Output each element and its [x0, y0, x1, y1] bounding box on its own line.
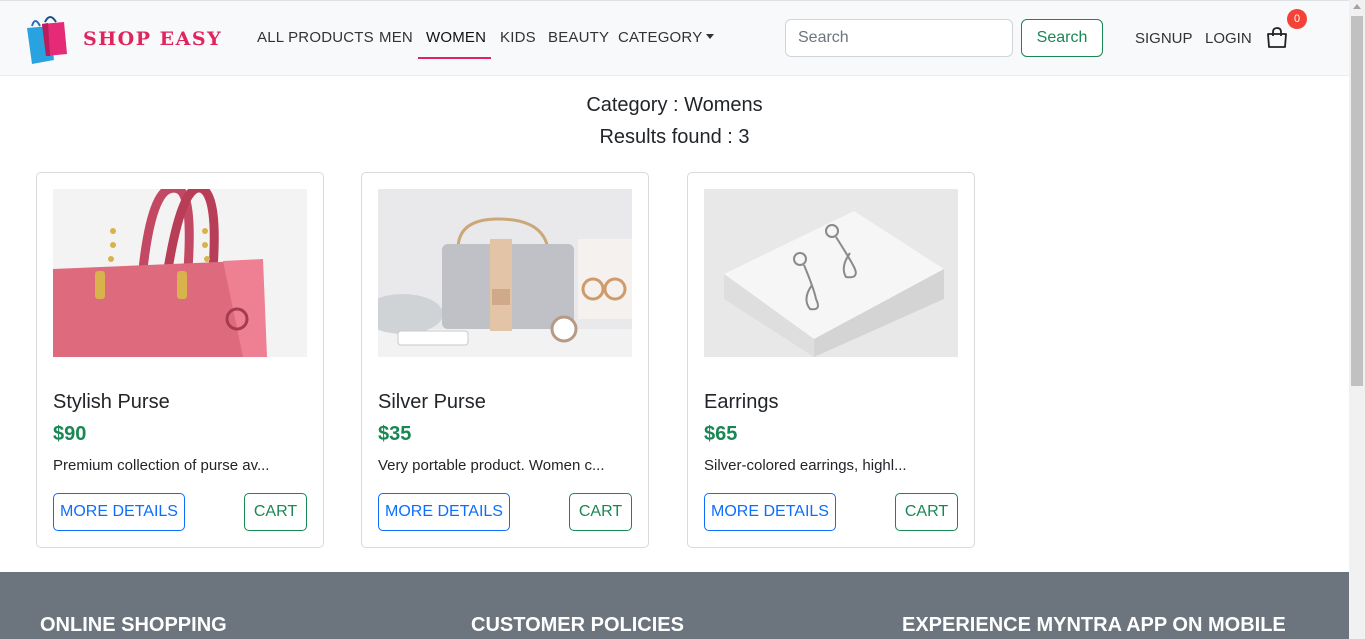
product-card: Earrings $65 Silver-colored earrings, hi… [687, 172, 975, 548]
product-price: $90 [53, 423, 87, 445]
add-to-cart-button[interactable]: CART [244, 493, 307, 531]
product-price: $35 [378, 423, 412, 445]
results-count: Results found : 3 [599, 126, 750, 148]
nav-men[interactable]: MEN [379, 29, 413, 46]
product-card: Stylish Purse $90 Premium collection of … [36, 172, 324, 548]
product-title: Silver Purse [378, 391, 486, 413]
footer-heading-online-shopping: ONLINE SHOPPING [40, 614, 227, 636]
more-details-button[interactable]: MORE DETAILS [704, 493, 836, 531]
footer: ONLINE SHOPPING CUSTOMER POLICIES EXPERI… [0, 572, 1349, 639]
category-heading: Category : Womens [586, 94, 763, 116]
nav-women[interactable]: WOMEN [426, 29, 486, 46]
product-description: Silver-colored earrings, highl... [704, 457, 907, 474]
product-image-silver-handbag[interactable] [378, 189, 632, 357]
product-title: Stylish Purse [53, 391, 170, 413]
product-title: Earrings [704, 391, 779, 413]
shopping-bags-logo-icon [26, 14, 70, 64]
product-image-silver-earrings[interactable] [704, 189, 958, 357]
shopping-bag-icon[interactable] [1265, 26, 1289, 50]
nav-beauty[interactable]: BEAUTY [548, 29, 609, 46]
nav-category-dropdown[interactable]: CATEGORY [618, 29, 715, 46]
active-nav-indicator [418, 57, 491, 59]
nav-category-label: CATEGORY [618, 29, 703, 46]
more-details-button[interactable]: MORE DETAILS [378, 493, 510, 531]
login-link[interactable]: LOGIN [1205, 30, 1252, 47]
search-button[interactable]: Search [1021, 19, 1103, 57]
search-input[interactable] [785, 19, 1013, 57]
footer-heading-app: EXPERIENCE MYNTRA APP ON MOBILE [902, 614, 1286, 636]
brand-name: SHOP EASY [83, 28, 223, 50]
add-to-cart-button[interactable]: CART [895, 493, 958, 531]
more-details-button[interactable]: MORE DETAILS [53, 493, 185, 531]
product-image-pink-handbag[interactable] [53, 189, 307, 357]
nav-kids[interactable]: KIDS [500, 29, 536, 46]
scrollbar-thumb[interactable] [1351, 16, 1363, 386]
product-price: $65 [704, 423, 738, 445]
brand[interactable]: SHOP EASY [26, 13, 222, 65]
product-description: Premium collection of purse av... [53, 457, 270, 474]
cart-count-badge: 0 [1287, 9, 1307, 29]
product-card: Silver Purse $35 Very portable product. … [361, 172, 649, 548]
add-to-cart-button[interactable]: CART [569, 493, 632, 531]
caret-down-icon [706, 34, 715, 39]
navbar: SHOP EASY ALL PRODUCTS MEN WOMEN KIDS BE… [0, 0, 1349, 76]
nav-all-products[interactable]: ALL PRODUCTS [257, 29, 374, 46]
footer-heading-customer-policies: CUSTOMER POLICIES [471, 614, 684, 636]
page-scrollbar[interactable] [1349, 0, 1365, 639]
signup-link[interactable]: SIGNUP [1135, 30, 1193, 47]
scroll-up-arrow-icon[interactable] [1353, 4, 1361, 9]
product-description: Very portable product. Women c... [378, 457, 605, 474]
